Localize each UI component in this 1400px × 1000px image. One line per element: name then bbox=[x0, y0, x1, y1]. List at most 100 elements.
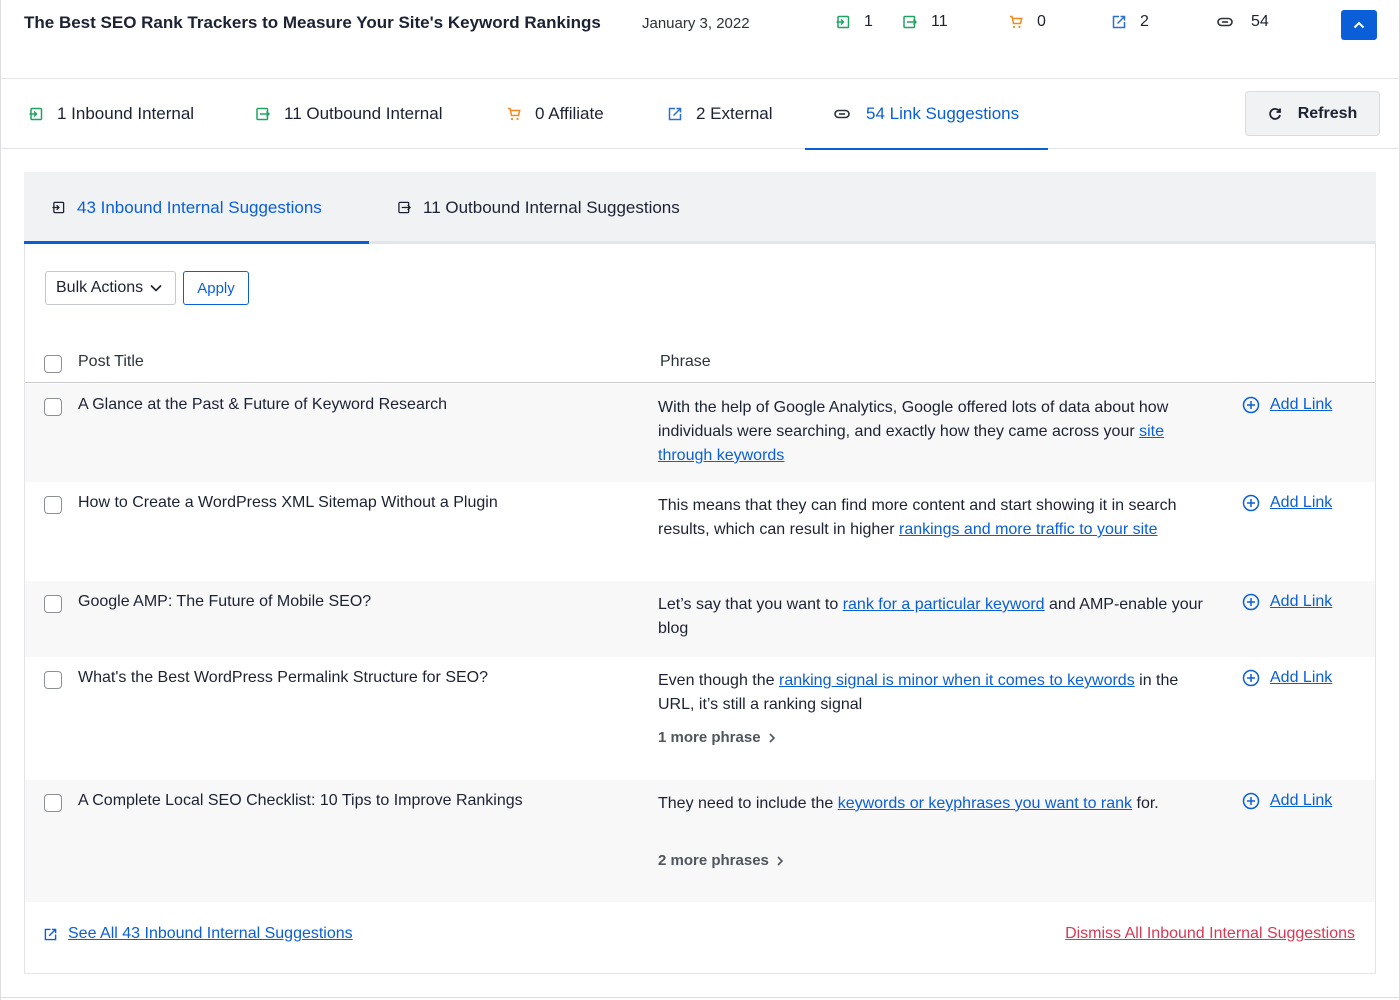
tab-affiliate[interactable]: 0 Affiliate bbox=[507, 79, 604, 149]
tab-label: 2 External bbox=[696, 104, 773, 123]
suggestions-panel: 43 Inbound Internal Suggestions 11 Outbo… bbox=[24, 172, 1376, 974]
phrase-text: With the help of Google Analytics, Googl… bbox=[658, 399, 1169, 440]
phrase-cell: Even though the ranking signal is minor … bbox=[658, 669, 1203, 717]
external-link-icon bbox=[668, 107, 682, 121]
see-all-suggestions-link[interactable]: See All 43 Inbound Internal Suggestions bbox=[44, 925, 353, 943]
phrase-cell: This means that they can find more conte… bbox=[658, 494, 1203, 542]
external-link-icon bbox=[1112, 15, 1126, 29]
plus-circle-icon bbox=[1242, 792, 1260, 810]
chevron-right-icon bbox=[768, 732, 775, 743]
stat-external: 2 bbox=[1112, 13, 1149, 31]
more-phrases-toggle[interactable]: 1 more phrase bbox=[658, 729, 775, 746]
add-link-button[interactable]: Add Link bbox=[1242, 792, 1332, 810]
row-checkbox[interactable] bbox=[44, 671, 62, 689]
table-row: A Glance at the Past & Future of Keyword… bbox=[25, 384, 1375, 482]
phrase-cell: They need to include the keywords or key… bbox=[658, 792, 1203, 816]
phrase-text: Let’s say that you want to bbox=[658, 596, 843, 613]
bulk-actions-bar: Bulk Actions Apply bbox=[45, 271, 249, 305]
phrase-text: Even though the bbox=[658, 672, 779, 689]
suggestion-tabs: 43 Inbound Internal Suggestions 11 Outbo… bbox=[24, 172, 1376, 244]
plus-circle-icon bbox=[1242, 593, 1260, 611]
add-link-label: Add Link bbox=[1270, 669, 1333, 686]
cart-icon bbox=[508, 107, 521, 121]
post-title-cell: A Complete Local SEO Checklist: 10 Tips … bbox=[78, 792, 523, 809]
chevron-up-icon bbox=[1353, 21, 1365, 29]
post-title-cell: What's the Best WordPress Permalink Stru… bbox=[78, 669, 489, 686]
more-phrases-label: 1 more phrase bbox=[658, 729, 761, 746]
row-checkbox[interactable] bbox=[44, 398, 62, 416]
collapse-button[interactable] bbox=[1341, 10, 1377, 40]
dismiss-all-suggestions-link[interactable]: Dismiss All Inbound Internal Suggestions bbox=[1065, 925, 1355, 943]
add-link-button[interactable]: Add Link bbox=[1242, 494, 1332, 512]
refresh-icon bbox=[1268, 107, 1281, 120]
apply-button[interactable]: Apply bbox=[183, 271, 249, 305]
tab-inbound-suggestions[interactable]: 43 Inbound Internal Suggestions bbox=[52, 172, 322, 243]
tab-inbound-internal[interactable]: 1 Inbound Internal bbox=[29, 79, 194, 149]
inbound-icon bbox=[29, 107, 43, 121]
tab-outbound-suggestions[interactable]: 11 Outbound Internal Suggestions bbox=[398, 172, 680, 243]
post-header: The Best SEO Rank Trackers to Measure Yo… bbox=[0, 0, 1400, 79]
stat-link-suggestions: 54 bbox=[1217, 13, 1269, 31]
add-link-button[interactable]: Add Link bbox=[1242, 396, 1332, 414]
post-date: January 3, 2022 bbox=[642, 15, 750, 32]
tab-label: 11 Outbound Internal Suggestions bbox=[423, 197, 680, 217]
phrase-anchor-link[interactable]: ranking signal is minor when it comes to… bbox=[779, 672, 1135, 689]
plus-circle-icon bbox=[1242, 494, 1260, 512]
post-title-cell: How to Create a WordPress XML Sitemap Wi… bbox=[78, 494, 498, 511]
phrase-anchor-link[interactable]: keywords or keyphrases you want to rank bbox=[838, 795, 1132, 812]
add-link-button[interactable]: Add Link bbox=[1242, 593, 1332, 611]
add-link-label: Add Link bbox=[1270, 593, 1333, 610]
link-icon bbox=[834, 109, 850, 119]
plus-circle-icon bbox=[1242, 396, 1260, 414]
tab-external[interactable]: 2 External bbox=[668, 79, 773, 149]
phrase-cell: With the help of Google Analytics, Googl… bbox=[658, 396, 1203, 468]
phrase-cell: Let’s say that you want to rank for a pa… bbox=[658, 593, 1203, 641]
select-all-checkbox[interactable] bbox=[44, 355, 62, 373]
tab-label: 0 Affiliate bbox=[535, 104, 604, 123]
stat-value: 54 bbox=[1251, 13, 1269, 30]
row-checkbox[interactable] bbox=[44, 595, 62, 613]
plus-circle-icon bbox=[1242, 669, 1260, 687]
stat-affiliate: 0 bbox=[1009, 13, 1046, 31]
table-row: Google AMP: The Future of Mobile SEO? Le… bbox=[25, 581, 1375, 657]
stat-value: 11 bbox=[931, 13, 948, 30]
link-type-tabs: 1 Inbound Internal 11 Outbound Internal … bbox=[0, 79, 1400, 150]
refresh-button[interactable]: Refresh bbox=[1245, 91, 1380, 136]
stat-outbound-internal: 11 bbox=[903, 13, 948, 31]
row-checkbox[interactable] bbox=[44, 496, 62, 514]
add-link-label: Add Link bbox=[1270, 396, 1333, 413]
post-title: The Best SEO Rank Trackers to Measure Yo… bbox=[24, 13, 601, 32]
table-row: A Complete Local SEO Checklist: 10 Tips … bbox=[25, 780, 1375, 902]
column-phrase: Phrase bbox=[660, 353, 711, 370]
refresh-label: Refresh bbox=[1297, 104, 1358, 122]
tab-label: 54 Link Suggestions bbox=[866, 104, 1020, 123]
external-link-icon bbox=[44, 928, 57, 940]
more-phrases-toggle[interactable]: 2 more phrases bbox=[658, 852, 783, 869]
phrase-anchor-link[interactable]: rank for a particular keyword bbox=[843, 596, 1045, 613]
add-link-label: Add Link bbox=[1270, 494, 1333, 511]
tab-label: 1 Inbound Internal bbox=[57, 104, 195, 123]
outbound-icon bbox=[398, 201, 411, 214]
tab-label: 11 Outbound Internal bbox=[284, 104, 443, 123]
table-row: How to Create a WordPress XML Sitemap Wi… bbox=[25, 482, 1375, 581]
outbound-icon bbox=[256, 107, 270, 121]
post-title-cell: A Glance at the Past & Future of Keyword… bbox=[78, 396, 448, 413]
see-all-label: See All 43 Inbound Internal Suggestions bbox=[68, 925, 353, 942]
column-post-title: Post Title bbox=[78, 353, 144, 370]
outbound-icon bbox=[903, 15, 917, 29]
chevron-down-icon bbox=[150, 284, 162, 292]
cart-icon bbox=[1010, 15, 1023, 29]
bulk-actions-value: Bulk Actions bbox=[56, 279, 144, 296]
table-row: What's the Best WordPress Permalink Stru… bbox=[25, 657, 1375, 780]
phrase-text: for. bbox=[1132, 795, 1159, 812]
add-link-button[interactable]: Add Link bbox=[1242, 669, 1332, 687]
tab-label: 43 Inbound Internal Suggestions bbox=[77, 197, 322, 217]
stat-value: 0 bbox=[1037, 13, 1046, 30]
more-phrases-label: 2 more phrases bbox=[658, 852, 769, 869]
row-checkbox[interactable] bbox=[44, 794, 62, 812]
tab-outbound-internal[interactable]: 11 Outbound Internal bbox=[256, 79, 442, 149]
phrase-anchor-link[interactable]: rankings and more traffic to your site bbox=[899, 521, 1158, 538]
tab-link-suggestions[interactable]: 54 Link Suggestions bbox=[804, 79, 1049, 150]
inbound-icon bbox=[836, 15, 850, 29]
bulk-actions-select[interactable]: Bulk Actions bbox=[45, 271, 176, 305]
